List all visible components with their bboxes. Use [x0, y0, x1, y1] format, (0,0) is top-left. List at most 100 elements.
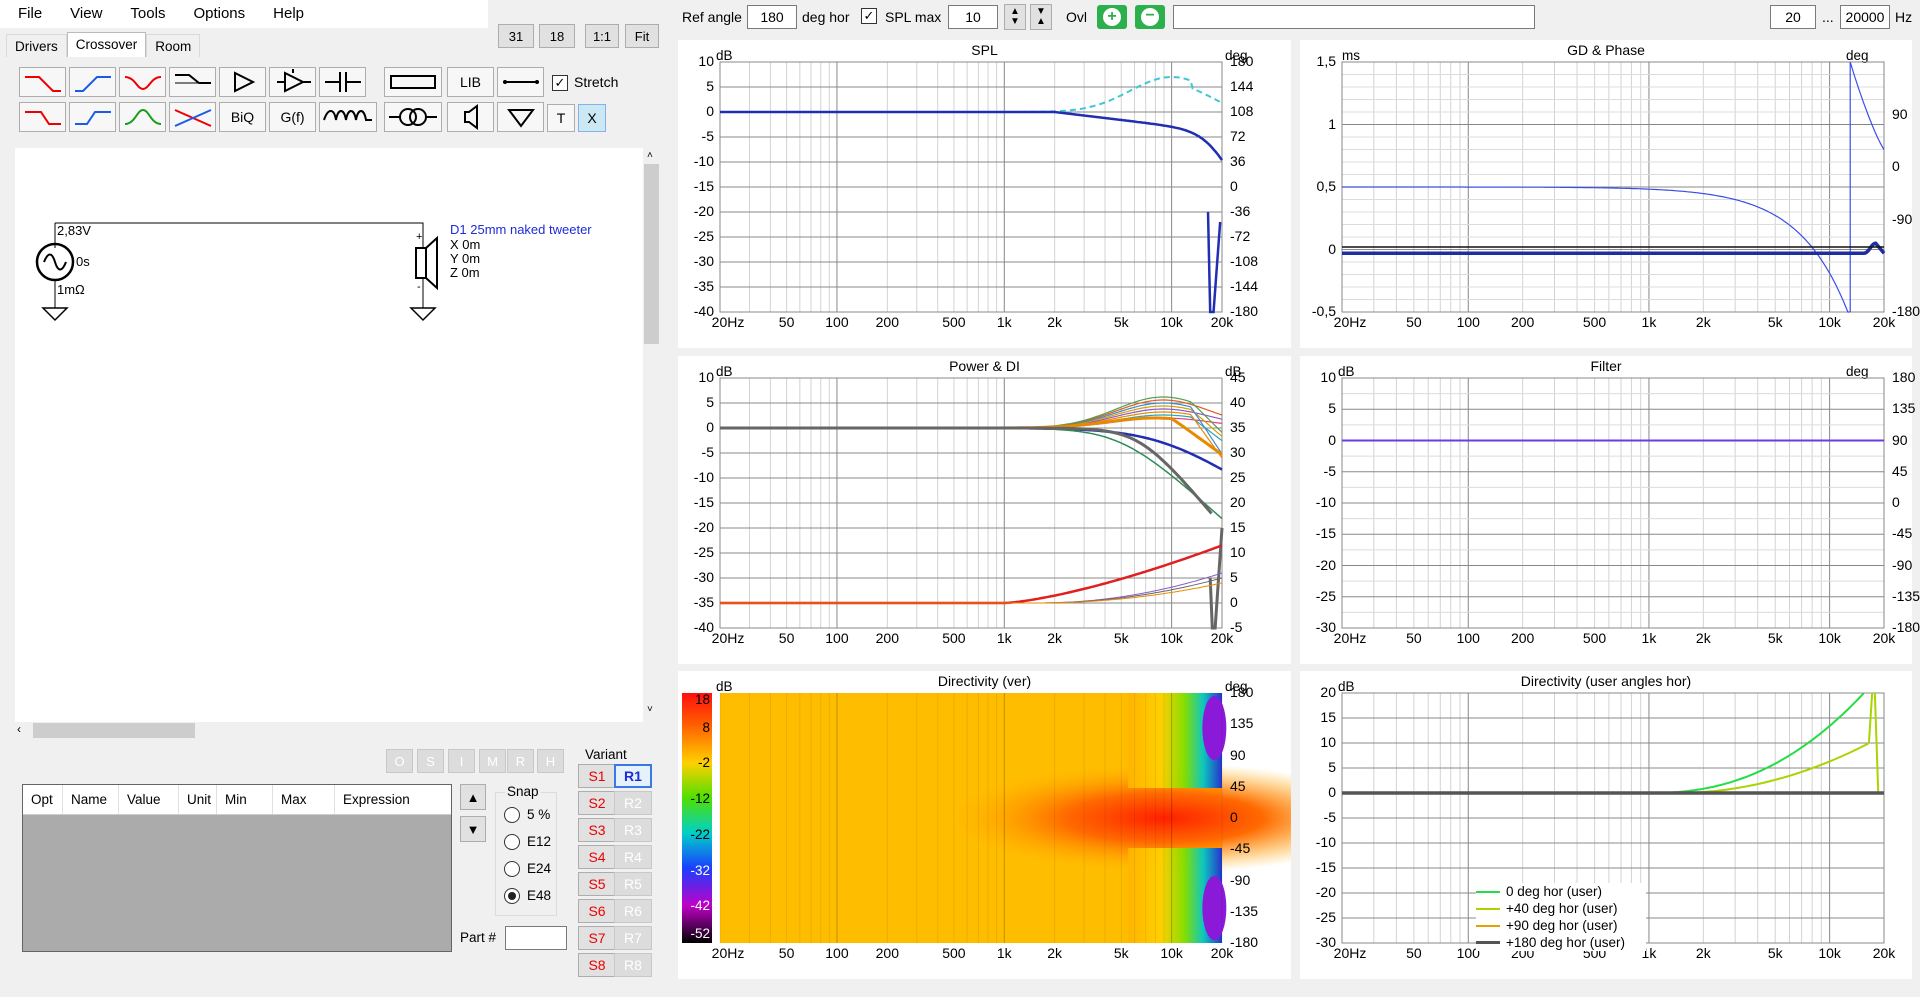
tab-drivers[interactable]: Drivers	[6, 34, 67, 57]
highpass-1-button[interactable]	[69, 67, 116, 97]
zoom-31-button[interactable]: 31	[498, 24, 534, 48]
variant-r8-button[interactable]: R8	[614, 953, 652, 977]
schematic-horizontal-scrollbar[interactable]: ‹	[15, 722, 660, 739]
freq-min-input[interactable]: 20	[1770, 5, 1816, 29]
zoom-fit-button[interactable]: Fit	[625, 24, 659, 48]
opt-i-button[interactable]: I	[448, 749, 475, 773]
vertical-scroll-thumb[interactable]	[644, 164, 659, 344]
driver-name[interactable]: D1 25mm naked tweeter	[450, 222, 592, 237]
snap-e48-radio[interactable]	[504, 888, 520, 904]
variant-r5-button[interactable]: R5	[614, 872, 652, 896]
resistor-button[interactable]	[384, 67, 442, 97]
schematic-canvas[interactable]: + - 2,83V 0s 1mΩ D1 25mm naked tweeter X…	[15, 148, 643, 722]
scroll-down-icon[interactable]: ˅	[647, 704, 653, 715]
highpass-2-button[interactable]	[69, 102, 116, 132]
zoom-1to1-button[interactable]: 1:1	[585, 24, 619, 48]
spl-panel[interactable]: SPL dB deg 20Hz 50 100 200 500 1k 2k 5k 10k 20k 10 5 0-…	[678, 40, 1291, 348]
inductor-button[interactable]	[319, 102, 377, 132]
col-name[interactable]: Name	[63, 785, 119, 814]
col-expression[interactable]: Expression	[335, 785, 451, 814]
opt-o-button[interactable]: O	[386, 749, 413, 773]
menu-tools[interactable]: Tools	[112, 0, 175, 28]
variant-s5-button[interactable]: S5	[578, 872, 616, 896]
variant-s1-button[interactable]: S1	[578, 764, 616, 788]
speaker-button[interactable]	[447, 102, 494, 132]
filter-y2-tick: 90	[1892, 431, 1908, 448]
stretch-checkbox[interactable]: ✓	[552, 75, 568, 91]
snap-e24-radio[interactable]	[504, 861, 520, 877]
opt-s-button[interactable]: S	[417, 749, 444, 773]
spl-max-spinner[interactable]: ▲ ▼	[1004, 4, 1026, 30]
variant-s6-button[interactable]: S6	[578, 899, 616, 923]
tab-room[interactable]: Room	[146, 34, 201, 57]
variant-r6-button[interactable]: R6	[614, 899, 652, 923]
menu-options[interactable]: Options	[175, 0, 255, 28]
lowpass-2-button[interactable]	[19, 102, 66, 132]
variant-r4-button[interactable]: R4	[614, 845, 652, 869]
col-value[interactable]: Value	[119, 785, 179, 814]
variant-r1-button[interactable]: R1	[614, 764, 652, 788]
delete-tool-button[interactable]: X	[578, 104, 606, 132]
filter-panel[interactable]: Filter dB deg 20Hz 50 100 200 500 1k 2k 5k 10k 20k 10…	[1300, 356, 1920, 664]
part-number-input[interactable]	[505, 926, 567, 950]
opt-r-button[interactable]: R	[507, 749, 534, 773]
snap-5pct-radio[interactable]	[504, 807, 520, 823]
col-max[interactable]: Max	[273, 785, 335, 814]
text-tool-button[interactable]: T	[547, 104, 575, 132]
gf-button[interactable]: G(f)	[269, 102, 316, 132]
notch-button[interactable]	[119, 67, 166, 97]
ref-angle-input[interactable]: 180	[747, 5, 797, 29]
amplifier-button[interactable]	[219, 67, 266, 97]
ovl-add-button[interactable]: +	[1097, 5, 1127, 29]
scroll-up-icon[interactable]: ˄	[647, 150, 653, 161]
overlay-input[interactable]	[1173, 5, 1535, 29]
bandpass-button[interactable]	[119, 102, 166, 132]
dirver-panel[interactable]: Directivity (ver) dB deg 20Hz 50 100 200 500 1k 2…	[678, 671, 1291, 979]
variant-r7-button[interactable]: R7	[614, 926, 652, 950]
snap-e12-radio[interactable]	[504, 834, 520, 850]
variant-r3-button[interactable]: R3	[614, 818, 652, 842]
col-min[interactable]: Min	[217, 785, 273, 814]
variant-s2-button[interactable]: S2	[578, 791, 616, 815]
variant-r2-button[interactable]: R2	[614, 791, 652, 815]
crossover-button[interactable]	[169, 102, 216, 132]
lowpass-1-button[interactable]	[19, 67, 66, 97]
menu-file[interactable]: File	[0, 0, 52, 28]
capacitor-button[interactable]	[319, 67, 366, 97]
shelf-button[interactable]	[169, 67, 216, 97]
variant-s7-button[interactable]: S7	[578, 926, 616, 950]
biquad-button[interactable]: BiQ	[219, 102, 266, 132]
col-unit[interactable]: Unit	[179, 785, 217, 814]
library-button[interactable]: LIB	[447, 67, 494, 97]
opamp-button[interactable]	[269, 67, 316, 97]
dirhor-panel[interactable]: Directivity (user angles hor) dB 20Hz 50 100…	[1300, 671, 1912, 979]
variant-s3-button[interactable]: S3	[578, 818, 616, 842]
freq-max-input[interactable]: 20000	[1840, 5, 1890, 29]
ovl-remove-button[interactable]: −	[1135, 5, 1165, 29]
filter-y-tick: -30	[1315, 619, 1336, 635]
spl-max-input[interactable]: 10	[948, 5, 998, 29]
spl-max-checkbox[interactable]: ✓	[861, 8, 877, 24]
dirver-x-tick: 2k	[1047, 945, 1063, 961]
wire-button[interactable]	[497, 67, 544, 97]
schematic-vertical-scrollbar[interactable]: ˄ ˅	[643, 148, 660, 722]
ground-button[interactable]	[497, 102, 544, 132]
move-up-button[interactable]: ▲	[460, 784, 486, 810]
transformer-button[interactable]	[384, 102, 442, 132]
horizontal-scroll-thumb[interactable]	[33, 723, 195, 738]
scroll-left-icon[interactable]: ‹	[17, 722, 21, 736]
variant-s8-button[interactable]: S8	[578, 953, 616, 977]
opt-m-button[interactable]: M	[479, 749, 506, 773]
menu-help[interactable]: Help	[255, 0, 314, 28]
tab-crossover[interactable]: Crossover	[66, 32, 147, 57]
power-panel[interactable]: Power & DI dB dB 20Hz 50 100 200 500 1k 2k 5k 10k 20…	[678, 356, 1291, 664]
gd-panel[interactable]: GD & Phase ms deg 20Hz 50 100 200 500 1k 2k 5k 10k 2…	[1300, 40, 1920, 348]
zoom-18-button[interactable]: 18	[539, 24, 575, 48]
spl-fit-button[interactable]: ▼ ▲	[1030, 4, 1052, 30]
opt-h-button[interactable]: H	[537, 749, 564, 773]
menu-view[interactable]: View	[52, 0, 112, 28]
variant-s4-button[interactable]: S4	[578, 845, 616, 869]
col-opt[interactable]: Opt	[23, 785, 63, 814]
move-down-button[interactable]: ▼	[460, 816, 486, 842]
parameter-table[interactable]: Opt Name Value Unit Min Max Expression	[22, 784, 452, 952]
